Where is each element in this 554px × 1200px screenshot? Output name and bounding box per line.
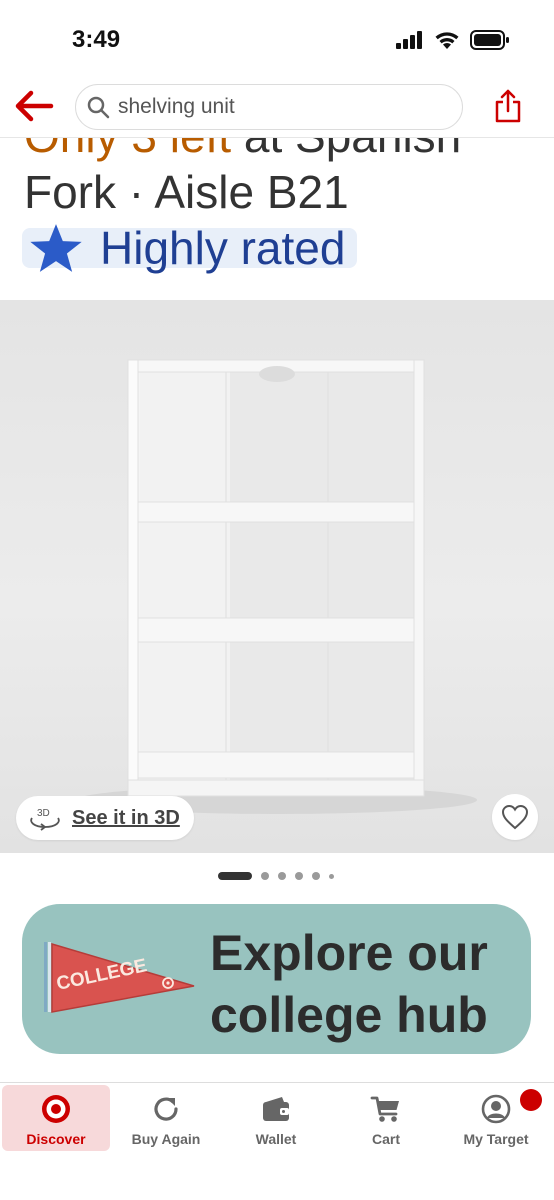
store-aisle-text: Fork · Aisle B21 <box>24 166 349 218</box>
back-button[interactable] <box>12 86 56 126</box>
nav-buy-again[interactable]: Buy Again <box>112 1085 220 1151</box>
nav-cart-label: Cart <box>371 1131 400 1147</box>
nav-wallet-label: Wallet <box>255 1131 297 1147</box>
status-time: 3:49 <box>72 26 121 53</box>
college-hub-promo-banner[interactable]: COLLEGE Explore our college hub <box>22 904 531 1054</box>
battery-icon <box>470 30 509 50</box>
carousel-dot[interactable] <box>329 873 334 879</box>
3d-view-icon: 3D <box>30 808 60 831</box>
account-icon <box>481 1094 511 1124</box>
share-icon <box>495 89 521 123</box>
nav-my-target-label: My Target <box>463 1131 529 1147</box>
status-bar: 3:49 <box>0 0 554 80</box>
promo-headline-line1: Explore our <box>210 925 488 981</box>
nav-discover[interactable]: Discover <box>2 1085 110 1151</box>
carousel-dot[interactable] <box>312 872 320 880</box>
search-icon <box>87 96 110 119</box>
college-pennant-icon: COLLEGE <box>44 942 195 1013</box>
search-query: shelving unit <box>118 95 235 118</box>
cart-icon <box>370 1096 399 1122</box>
carousel-dot[interactable] <box>295 872 303 880</box>
nav-my-target[interactable]: My Target <box>442 1085 550 1151</box>
carousel-dot[interactable] <box>278 872 286 880</box>
carousel-dot-active[interactable] <box>218 872 252 880</box>
see-in-3d-label: See it in 3D <box>72 806 180 829</box>
heart-icon <box>501 804 529 830</box>
svg-text:3D: 3D <box>37 808 50 819</box>
search-header: shelving unit <box>0 80 554 138</box>
carousel-dot[interactable] <box>261 872 269 880</box>
promo-headline: Explore our college hub <box>210 922 488 1046</box>
favorite-button[interactable] <box>492 794 538 840</box>
carousel-pagination <box>218 872 334 880</box>
promo-headline-line2: college hub <box>210 987 488 1043</box>
search-input[interactable]: shelving unit <box>75 84 463 130</box>
highly-rated-badge: Highly rated <box>22 222 358 274</box>
back-arrow-icon <box>15 90 54 122</box>
product-image-carousel[interactable]: 3D See it in 3D <box>0 300 554 853</box>
refresh-icon <box>154 1097 178 1121</box>
wifi-icon <box>435 32 459 49</box>
bottom-navigation: Discover Buy Again Wallet Cart My Target <box>0 1082 554 1200</box>
cellular-signal-icon <box>396 31 422 49</box>
target-logo-icon <box>42 1095 70 1123</box>
nav-discover-label: Discover <box>26 1131 86 1147</box>
nav-buy-again-label: Buy Again <box>131 1131 201 1147</box>
wallet-icon <box>263 1097 289 1121</box>
notification-badge <box>520 1089 542 1111</box>
status-icons <box>396 30 510 50</box>
nav-cart[interactable]: Cart <box>332 1085 440 1151</box>
nav-wallet[interactable]: Wallet <box>222 1085 330 1151</box>
star-icon <box>30 224 82 272</box>
product-image <box>77 359 477 814</box>
highly-rated-label: Highly rated <box>100 222 346 274</box>
see-in-3d-button[interactable]: 3D See it in 3D <box>16 796 194 840</box>
share-button[interactable] <box>488 86 528 126</box>
